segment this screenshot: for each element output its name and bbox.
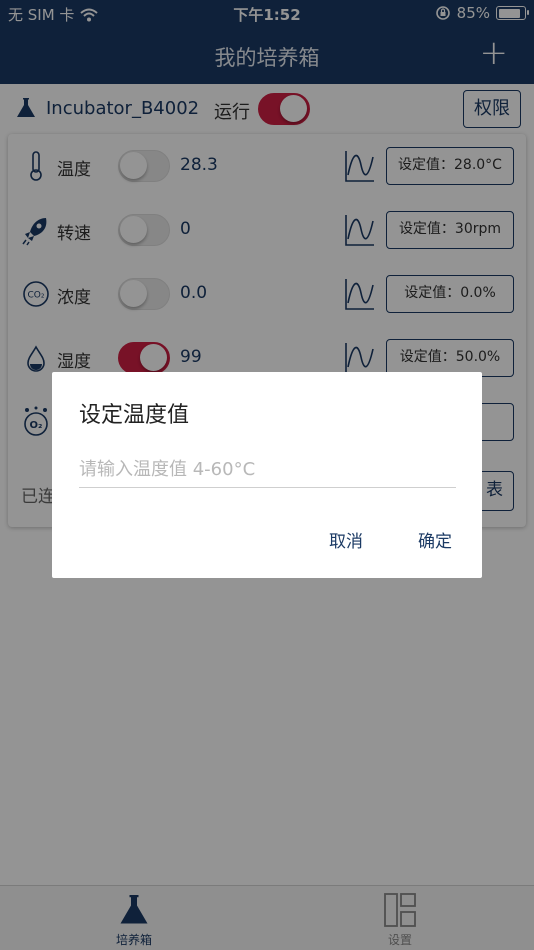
confirm-button[interactable]: 确定 bbox=[418, 527, 452, 552]
set-temperature-dialog: 设定温度值 取消 确定 bbox=[52, 372, 482, 578]
cancel-button[interactable]: 取消 bbox=[329, 527, 363, 552]
dialog-title: 设定温度值 bbox=[79, 403, 190, 428]
temperature-input[interactable] bbox=[79, 452, 456, 488]
